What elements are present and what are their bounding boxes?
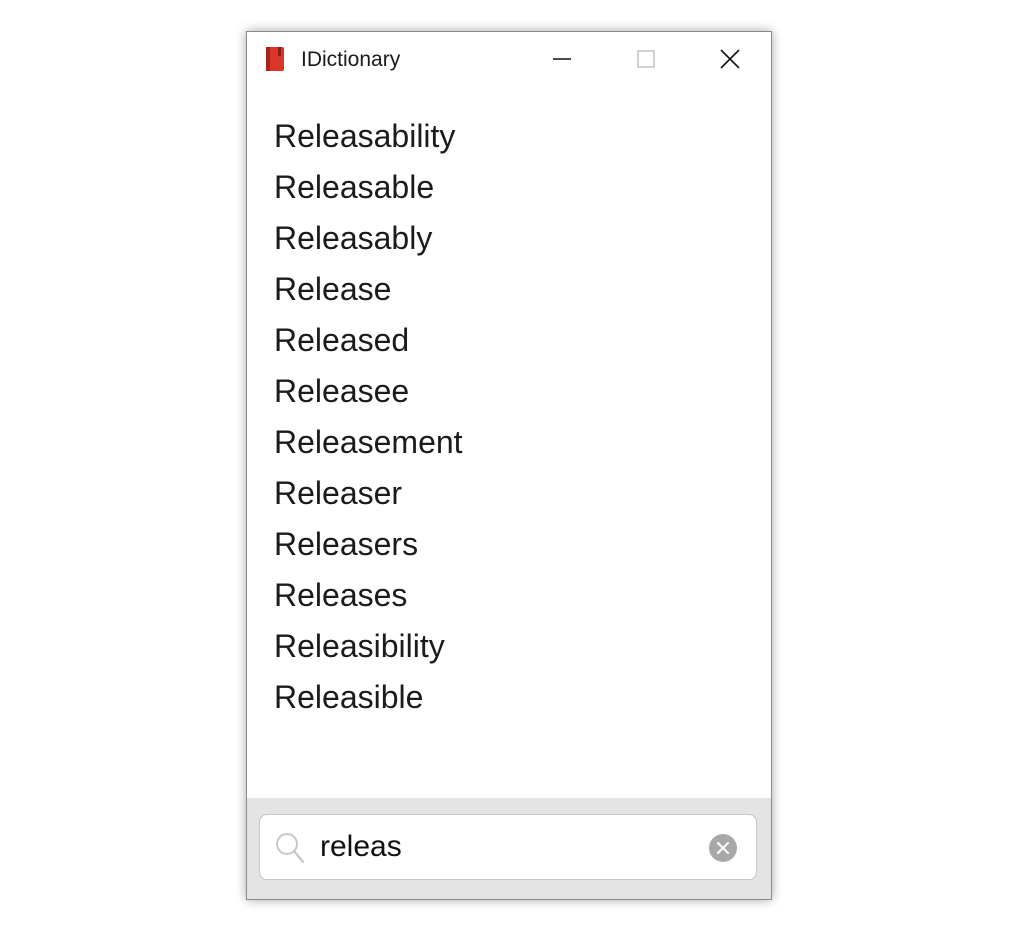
list-item[interactable]: Releasability (274, 111, 463, 162)
close-button[interactable] (695, 32, 765, 86)
list-item[interactable]: Releasably (274, 213, 463, 264)
list-item[interactable]: Releasement (274, 417, 463, 468)
search-input[interactable] (320, 827, 700, 867)
search-icon (276, 833, 305, 864)
list-item[interactable]: Releasers (274, 519, 463, 570)
title-bar[interactable]: IDictionary (247, 32, 771, 86)
list-item[interactable]: Released (274, 315, 463, 366)
list-item[interactable]: Releasible (274, 672, 463, 723)
search-footer (247, 798, 771, 899)
minimize-icon (553, 58, 571, 60)
list-item[interactable]: Releasibility (274, 621, 463, 672)
minimize-button[interactable] (527, 32, 597, 86)
list-item[interactable]: Releaser (274, 468, 463, 519)
app-window: IDictionary Releasability Releasable Rel… (246, 31, 772, 900)
maximize-icon (637, 50, 655, 68)
results-list: Releasability Releasable Releasably Rele… (274, 111, 463, 723)
clear-icon[interactable] (709, 834, 737, 862)
book-icon (266, 47, 284, 71)
window-title: IDictionary (301, 48, 401, 71)
close-icon (720, 49, 740, 69)
list-item[interactable]: Releasee (274, 366, 463, 417)
list-item[interactable]: Releases (274, 570, 463, 621)
list-item[interactable]: Release (274, 264, 463, 315)
search-box[interactable] (259, 814, 757, 880)
maximize-button[interactable] (611, 32, 681, 86)
list-item[interactable]: Releasable (274, 162, 463, 213)
